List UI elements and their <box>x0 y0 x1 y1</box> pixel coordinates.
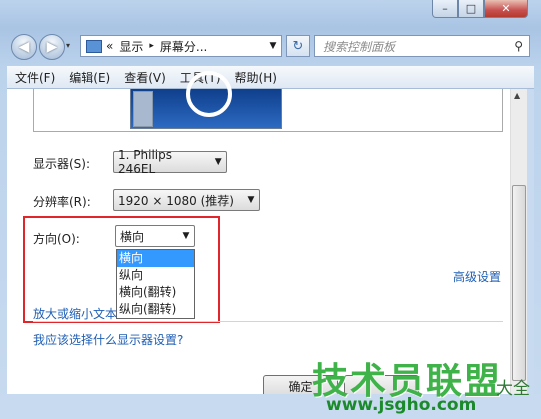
breadcrumb-separator-icon[interactable]: ▸ <box>149 41 154 51</box>
forward-button[interactable]: ▶ <box>39 34 65 60</box>
menu-edit[interactable]: 编辑(E) <box>61 69 116 86</box>
refresh-icon: ↻ <box>292 38 304 54</box>
address-dropdown-icon[interactable]: ▼ <box>265 41 281 51</box>
resolution-select-value: 1920 × 1080 (推荐) <box>118 193 234 208</box>
monitor-window-shape <box>133 91 153 127</box>
back-arrow-icon: ◀ <box>18 39 30 55</box>
resolution-select[interactable]: 1920 × 1080 (推荐) ▼ <box>113 189 260 211</box>
watermark-url: www.jsgho.com <box>326 395 477 415</box>
window-right-border <box>527 89 534 394</box>
breadcrumb-display[interactable]: 显示 <box>119 38 143 55</box>
menu-file[interactable]: 文件(F) <box>7 69 61 86</box>
resolution-label: 分辨率(R): <box>33 195 91 209</box>
menu-bar: 文件(F) 编辑(E) 查看(V) 工具(T) 帮助(H) <box>7 66 534 89</box>
which-display-settings-link[interactable]: 我应该选择什么显示器设置? <box>33 331 183 348</box>
maximize-button[interactable]: □ <box>458 0 484 18</box>
watermark-side-text: 大全 <box>496 379 530 399</box>
recent-pages-dropdown[interactable]: ▾ <box>66 41 76 51</box>
chevron-down-icon: ▼ <box>214 157 222 167</box>
refresh-button[interactable]: ↻ <box>286 35 310 57</box>
address-overflow-chevron[interactable]: « <box>106 39 113 53</box>
scroll-up-icon[interactable]: ▲ <box>514 91 520 100</box>
back-button[interactable]: ◀ <box>11 34 37 60</box>
caption-buttons: – □ ✕ <box>432 0 528 19</box>
advanced-settings-link[interactable]: 高级设置 <box>453 268 501 285</box>
address-bar[interactable]: « 显示 ▸ 屏幕分... ▼ <box>80 35 282 57</box>
menu-help[interactable]: 帮助(H) <box>227 69 283 86</box>
display-select-value: 1. Philips 246EL <box>118 148 172 176</box>
display-control-panel-icon <box>86 39 102 53</box>
display-select[interactable]: 1. Philips 246EL ▼ <box>113 148 227 176</box>
display-label: 显示器(S): <box>33 157 91 171</box>
minimize-button[interactable]: – <box>432 0 458 18</box>
search-input[interactable]: 搜索控制面板 ⚲ <box>314 35 530 57</box>
close-button[interactable]: ✕ <box>484 0 528 18</box>
scrollbar-thumb[interactable] <box>512 185 526 381</box>
forward-arrow-icon: ▶ <box>46 39 58 55</box>
enlarge-text-link[interactable]: 放大或缩小文本 <box>33 305 117 322</box>
search-placeholder: 搜索控制面板 <box>323 39 396 54</box>
breadcrumb-screen-resolution[interactable]: 屏幕分... <box>160 38 207 55</box>
search-icon[interactable]: ⚲ <box>514 39 523 53</box>
menu-view[interactable]: 查看(V) <box>116 69 172 86</box>
monitor-preview-image[interactable] <box>130 71 282 129</box>
window-frame: – □ ✕ ◀ ▶ ▾ « 显示 ▸ 屏幕分... ▼ ↻ 搜索控制面板 ⚲ 文… <box>0 0 541 419</box>
vertical-scrollbar[interactable]: ▲ <box>510 89 528 394</box>
monitor-number-badge <box>186 71 232 117</box>
divider <box>33 321 503 322</box>
chevron-down-icon: ▼ <box>247 195 255 205</box>
